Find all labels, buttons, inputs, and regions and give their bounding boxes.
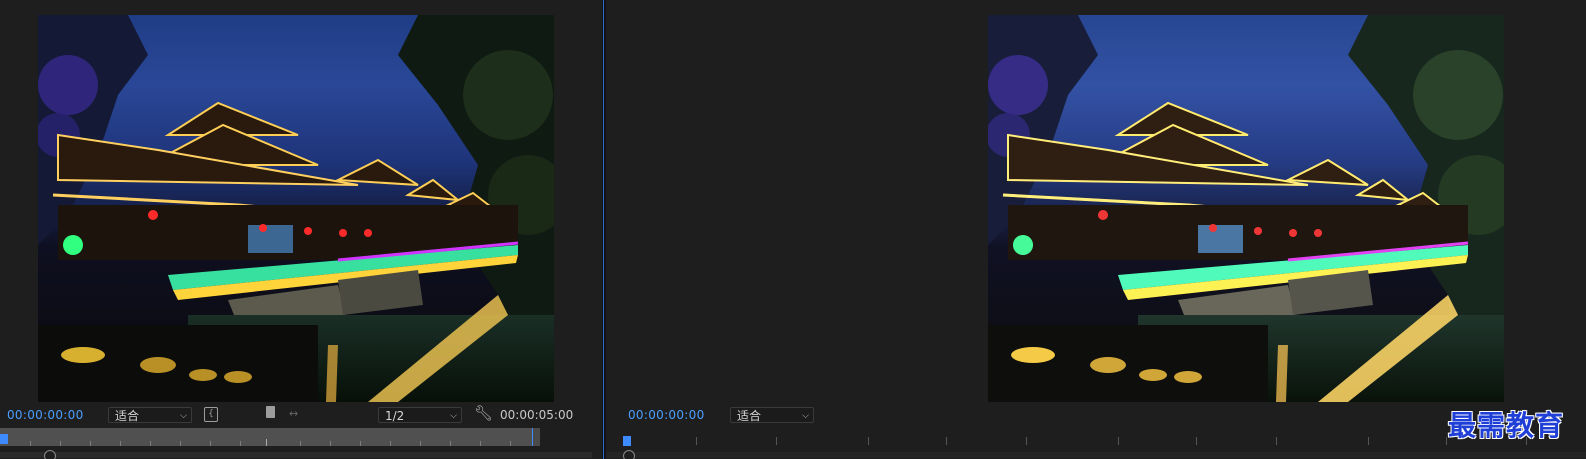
source-duration: 00:00:05:00: [500, 408, 574, 422]
program-zoom-value: 适合: [737, 409, 762, 423]
resolution-value: 1/2: [385, 409, 405, 423]
program-zoom-select[interactable]: 适合 ⌵: [730, 407, 814, 423]
source-scrollbar[interactable]: [0, 452, 592, 458]
program-scroll-handle[interactable]: [623, 450, 635, 459]
chevron-down-icon: ⌵: [180, 411, 187, 421]
source-timecode[interactable]: 00:00:00:00: [7, 408, 84, 422]
program-scrollbar[interactable]: [606, 452, 1586, 458]
program-playhead[interactable]: [623, 436, 631, 446]
night-pagoda-bridge-image: [38, 15, 554, 402]
program-preview-frame: [988, 15, 1504, 402]
source-monitor: 00:00:00:00 适合 ⌵ { ↔ 1/2 ⌵ 🔧︎ 00:00:05:0…: [0, 0, 602, 459]
chevron-down-icon: ⌵: [802, 411, 809, 421]
program-monitor: 00:00:00:00 适合 ⌵: [606, 0, 1586, 459]
source-scroll-handle[interactable]: [44, 450, 56, 459]
source-playhead[interactable]: [0, 434, 8, 444]
trim-icon[interactable]: ↔: [289, 407, 298, 420]
wrench-icon[interactable]: 🔧︎: [474, 404, 493, 422]
watermark-logo: 最需教育: [1447, 409, 1564, 442]
source-time-ruler[interactable]: [0, 428, 540, 446]
source-zoom-select[interactable]: 适合 ⌵: [108, 407, 192, 423]
night-pagoda-bridge-image: [988, 15, 1504, 402]
safe-margin-icon[interactable]: [266, 406, 275, 418]
bracket-icon[interactable]: {: [204, 407, 218, 422]
program-timecode[interactable]: 00:00:00:00: [628, 408, 705, 422]
source-preview-frame: [38, 15, 554, 402]
chevron-down-icon: ⌵: [450, 411, 457, 421]
source-zoom-value: 适合: [115, 409, 140, 423]
resolution-select[interactable]: 1/2 ⌵: [378, 407, 462, 423]
